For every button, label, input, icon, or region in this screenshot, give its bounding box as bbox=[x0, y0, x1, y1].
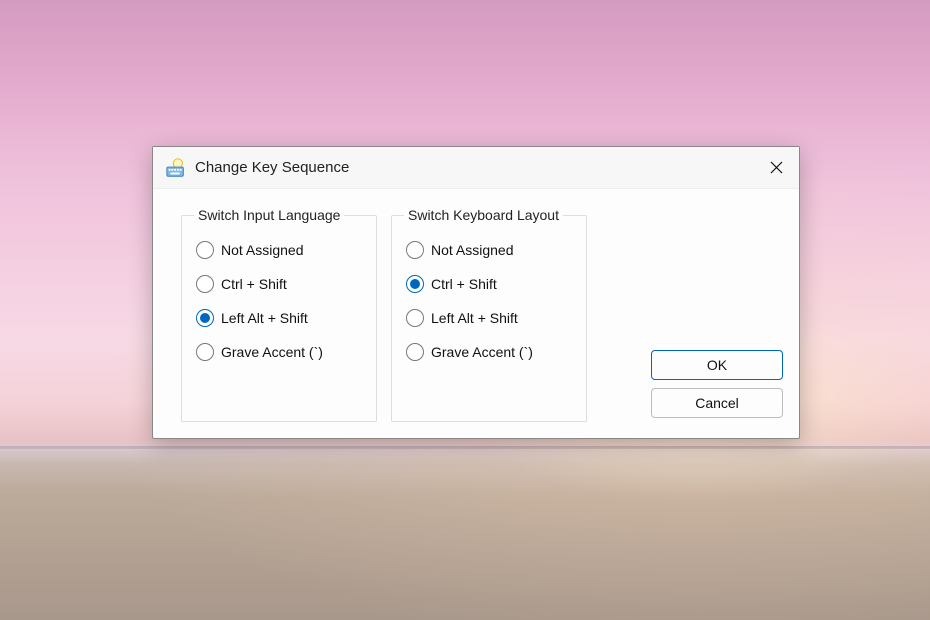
radio-label: Grave Accent (`) bbox=[431, 344, 533, 360]
dialog-title: Change Key Sequence bbox=[195, 159, 753, 176]
group-legend: Switch Keyboard Layout bbox=[404, 207, 563, 223]
button-label: OK bbox=[707, 357, 727, 373]
radio-not-assigned[interactable]: Not Assigned bbox=[196, 233, 358, 267]
radio-icon bbox=[406, 241, 424, 259]
radio-label: Left Alt + Shift bbox=[221, 310, 308, 326]
titlebar: Change Key Sequence bbox=[153, 147, 799, 189]
radio-ctrl-shift[interactable]: Ctrl + Shift bbox=[406, 267, 568, 301]
cancel-button[interactable]: Cancel bbox=[651, 388, 783, 418]
radio-label: Ctrl + Shift bbox=[431, 276, 497, 292]
radio-icon bbox=[406, 275, 424, 293]
switch-keyboard-layout-group: Switch Keyboard Layout Not Assigned Ctrl… bbox=[391, 207, 587, 422]
radio-ctrl-shift[interactable]: Ctrl + Shift bbox=[196, 267, 358, 301]
ok-button[interactable]: OK bbox=[651, 350, 783, 380]
radio-icon bbox=[406, 343, 424, 361]
switch-input-language-group: Switch Input Language Not Assigned Ctrl … bbox=[181, 207, 377, 422]
change-key-sequence-dialog: Change Key Sequence Switch Input Languag… bbox=[152, 146, 800, 439]
dialog-buttons: OK Cancel bbox=[627, 207, 783, 422]
close-button[interactable] bbox=[753, 147, 799, 189]
dialog-content: Switch Input Language Not Assigned Ctrl … bbox=[153, 189, 799, 438]
radio-icon bbox=[196, 241, 214, 259]
radio-label: Left Alt + Shift bbox=[431, 310, 518, 326]
button-label: Cancel bbox=[695, 395, 739, 411]
radio-icon bbox=[196, 275, 214, 293]
radio-label: Ctrl + Shift bbox=[221, 276, 287, 292]
group-legend: Switch Input Language bbox=[194, 207, 344, 223]
radio-not-assigned[interactable]: Not Assigned bbox=[406, 233, 568, 267]
radio-icon bbox=[196, 309, 214, 327]
radio-icon bbox=[406, 309, 424, 327]
radio-icon bbox=[196, 343, 214, 361]
radio-left-alt-shift[interactable]: Left Alt + Shift bbox=[196, 301, 358, 335]
keyboard-language-icon bbox=[165, 157, 187, 179]
radio-label: Not Assigned bbox=[221, 242, 304, 258]
radio-left-alt-shift[interactable]: Left Alt + Shift bbox=[406, 301, 568, 335]
close-icon bbox=[770, 161, 783, 174]
radio-grave-accent[interactable]: Grave Accent (`) bbox=[196, 335, 358, 369]
desktop-horizon bbox=[0, 446, 930, 449]
radio-grave-accent[interactable]: Grave Accent (`) bbox=[406, 335, 568, 369]
radio-label: Not Assigned bbox=[431, 242, 514, 258]
radio-label: Grave Accent (`) bbox=[221, 344, 323, 360]
